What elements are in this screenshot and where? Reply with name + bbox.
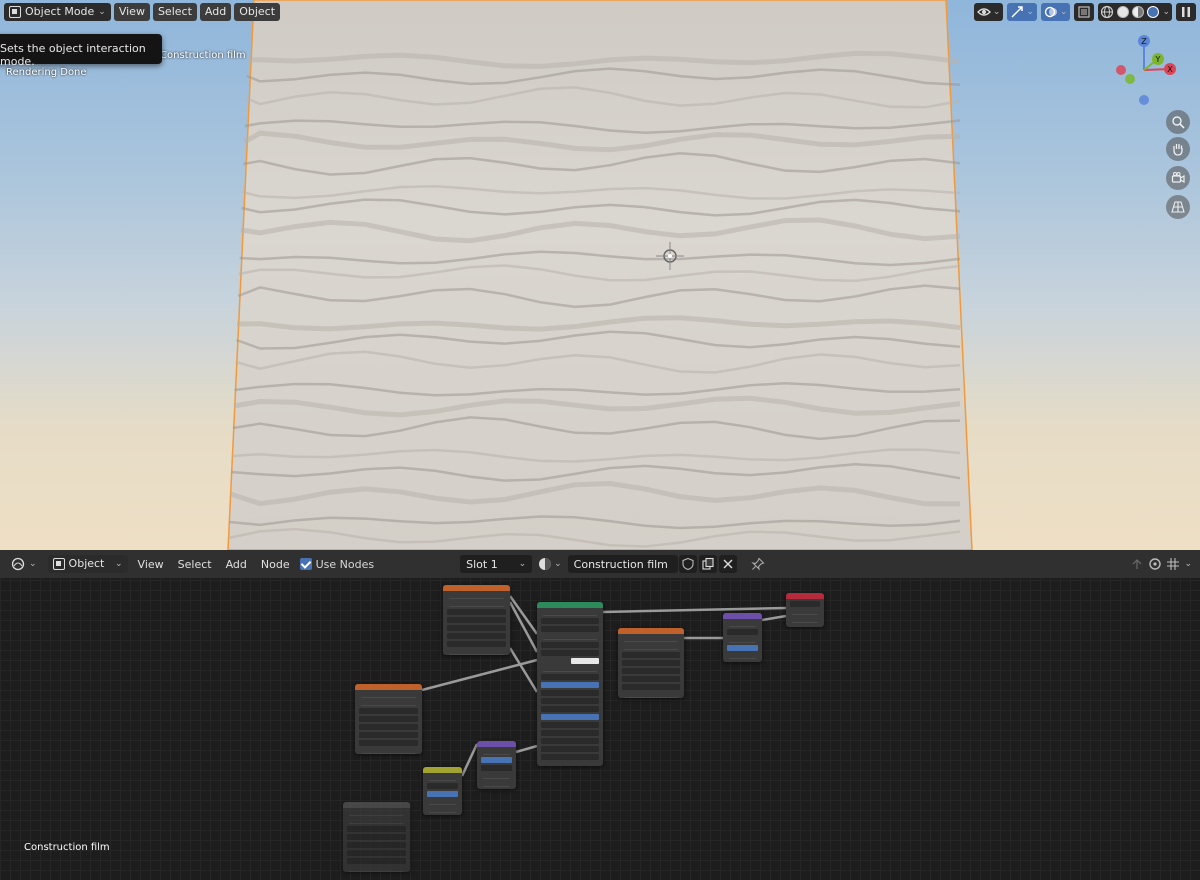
material-output-node[interactable] (786, 593, 824, 627)
render-status-text: Rendering Done (6, 67, 87, 78)
chevron-down-icon: ⌄ (992, 7, 1001, 17)
camera-icon (1171, 172, 1185, 184)
3d-viewport[interactable]: Object Mode ⌄ View Select Add Object Con… (0, 0, 1200, 550)
chevron-down-icon: ⌄ (1026, 7, 1034, 17)
gizmo-toggle[interactable]: ⌄ (1007, 3, 1037, 21)
node-header[interactable] (723, 613, 762, 619)
perspective-toggle-button[interactable] (1166, 195, 1190, 219)
chevron-down-icon: ⌄ (98, 7, 106, 17)
node-header[interactable] (537, 602, 603, 608)
object-info-text: Construction film (160, 50, 246, 61)
shader-editor[interactable]: ⌄ Object ⌄ View Select Add Node Use Node… (0, 550, 1200, 880)
normal-map-node[interactable] (723, 613, 762, 662)
pan-button[interactable] (1166, 137, 1190, 161)
image-texture-node[interactable] (443, 585, 510, 655)
x-axis-label: X (1167, 65, 1173, 74)
wireframe-shading-icon[interactable] (1100, 5, 1114, 19)
menu-view[interactable]: View (113, 3, 150, 21)
overlay-toggle[interactable]: ⌄ (1040, 3, 1071, 21)
material-preview-icon[interactable] (1132, 6, 1145, 18)
image-texture-node-roughness[interactable] (355, 684, 422, 754)
node-header[interactable] (343, 802, 410, 808)
sidebar-toggle[interactable] (1176, 3, 1196, 21)
node-header[interactable] (355, 684, 422, 690)
node-header[interactable] (443, 585, 510, 591)
z-axis-label: Z (1141, 37, 1147, 46)
xray-toggle[interactable] (1074, 3, 1095, 21)
principled-bsdf-node[interactable] (537, 602, 603, 766)
node-header[interactable] (423, 767, 462, 773)
image-texture-node-normal[interactable] (618, 628, 684, 698)
object-mode-icon (9, 6, 21, 18)
chevron-down-icon: ⌄ (1059, 7, 1068, 17)
navigation-gizmo[interactable]: Z X Y (1110, 32, 1190, 112)
solid-shading-icon[interactable] (1117, 6, 1130, 18)
mode-selector[interactable]: Object Mode ⌄ (4, 3, 111, 21)
hand-icon (1173, 144, 1183, 156)
node-header[interactable] (477, 741, 516, 747)
grid-icon (1171, 201, 1185, 213)
viewport-header: Object Mode ⌄ View Select Add Object (4, 3, 281, 21)
shading-mode-selector[interactable]: ⌄ (1098, 3, 1172, 21)
node-header[interactable] (786, 593, 824, 599)
y-axis-label: Y (1155, 55, 1161, 64)
pause-icon (1182, 7, 1190, 17)
visibility-toggle[interactable]: ⌄ (973, 3, 1004, 21)
camera-view-button[interactable] (1166, 166, 1190, 190)
neg-z-axis-handle[interactable] (1139, 95, 1149, 105)
rendered-shading-icon[interactable] (1147, 6, 1160, 18)
neg-y-axis-handle[interactable] (1125, 74, 1135, 84)
material-label: Construction film (24, 842, 110, 853)
mix-node[interactable] (423, 767, 462, 815)
cloth-mesh[interactable] (0, 0, 1200, 550)
menu-add[interactable]: Add (199, 3, 232, 21)
tooltip: Sets the object interaction mode. (0, 34, 162, 68)
chevron-down-icon: ⌄ (1162, 7, 1170, 17)
mode-label: Object Mode (25, 5, 95, 18)
overlay-icon (1044, 6, 1057, 18)
eye-icon (976, 8, 991, 16)
menu-object[interactable]: Object (234, 3, 281, 21)
viewport-header-right: ⌄ ⌄ ⌄ ⌄ (973, 3, 1196, 21)
gizmo-toggle-icon (1011, 6, 1024, 18)
menu-select[interactable]: Select (152, 3, 197, 21)
bump-node[interactable] (477, 741, 516, 789)
image-texture-node-displacement[interactable] (343, 802, 410, 872)
zoom-icon (1172, 116, 1185, 129)
xray-icon (1078, 6, 1091, 18)
node-header[interactable] (618, 628, 684, 634)
neg-x-axis-handle[interactable] (1116, 65, 1126, 75)
zoom-button[interactable] (1166, 110, 1190, 134)
blender-window: Object Mode ⌄ View Select Add Object Con… (0, 0, 1200, 880)
